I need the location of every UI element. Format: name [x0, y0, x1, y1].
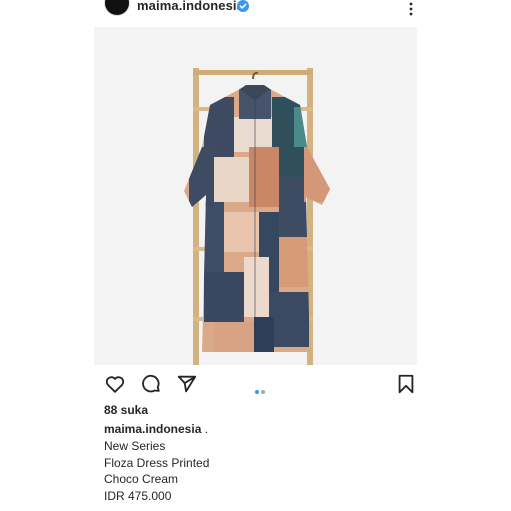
verified-badge-icon — [237, 0, 249, 12]
post-username[interactable]: maima.indonesia — [137, 0, 244, 13]
post-image[interactable] — [94, 27, 417, 365]
caption-header: maima.indonesia . — [104, 422, 208, 436]
caption-line: New Series — [104, 439, 166, 453]
carousel-dot — [261, 390, 265, 394]
carousel-indicator — [254, 381, 266, 394]
like-count[interactable]: 88 suka — [104, 403, 148, 417]
caption-line: IDR 475.000 — [104, 489, 172, 503]
caption-line: Choco Cream — [104, 472, 179, 486]
post-header: maima.indonesia — [0, 0, 511, 22]
comment-icon[interactable] — [140, 373, 162, 395]
avatar[interactable] — [104, 0, 130, 16]
more-vertical-icon[interactable] — [405, 2, 417, 16]
heart-icon[interactable] — [104, 373, 126, 395]
carousel-dot-active — [255, 390, 259, 394]
caption-username[interactable]: maima.indonesia — [104, 422, 201, 436]
caption-line: Floza Dress Printed — [104, 456, 210, 470]
bookmark-icon[interactable] — [395, 373, 417, 395]
dress-photo — [94, 27, 417, 365]
caption-suffix: . — [201, 422, 209, 436]
send-icon[interactable] — [176, 373, 198, 395]
